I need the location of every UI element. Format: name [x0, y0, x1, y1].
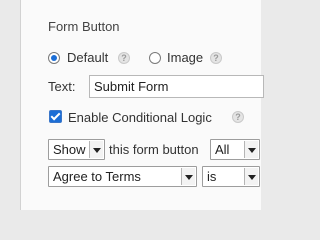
help-icon[interactable]: ?	[210, 52, 222, 64]
condition-text: this form button	[109, 142, 199, 157]
image-radio-label[interactable]: Image	[167, 50, 203, 65]
conditional-logic-checkbox[interactable]	[49, 110, 62, 123]
action-select-value: Show	[53, 142, 86, 157]
field-select-value: Agree to Terms	[53, 169, 141, 184]
default-radio[interactable]	[48, 52, 60, 64]
field-select[interactable]: Agree to Terms	[48, 166, 197, 187]
match-select-value: All	[215, 142, 230, 157]
action-select[interactable]: Show	[48, 139, 105, 160]
help-icon[interactable]: ?	[232, 111, 244, 123]
chevron-down-icon	[181, 168, 195, 185]
chevron-down-icon	[89, 141, 103, 158]
image-radio[interactable]	[149, 52, 161, 64]
text-field-label: Text:	[48, 79, 76, 94]
default-radio-label[interactable]: Default	[67, 50, 108, 65]
match-select[interactable]: All	[210, 139, 260, 160]
operator-select-value: is	[207, 169, 217, 184]
conditional-logic-label[interactable]: Enable Conditional Logic	[68, 110, 212, 125]
chevron-down-icon	[244, 168, 258, 185]
section-title: Form Button	[48, 19, 120, 34]
operator-select[interactable]: is	[202, 166, 260, 187]
button-text-input[interactable]: Submit Form	[89, 75, 264, 98]
help-icon[interactable]: ?	[118, 52, 130, 64]
chevron-down-icon	[244, 141, 258, 158]
